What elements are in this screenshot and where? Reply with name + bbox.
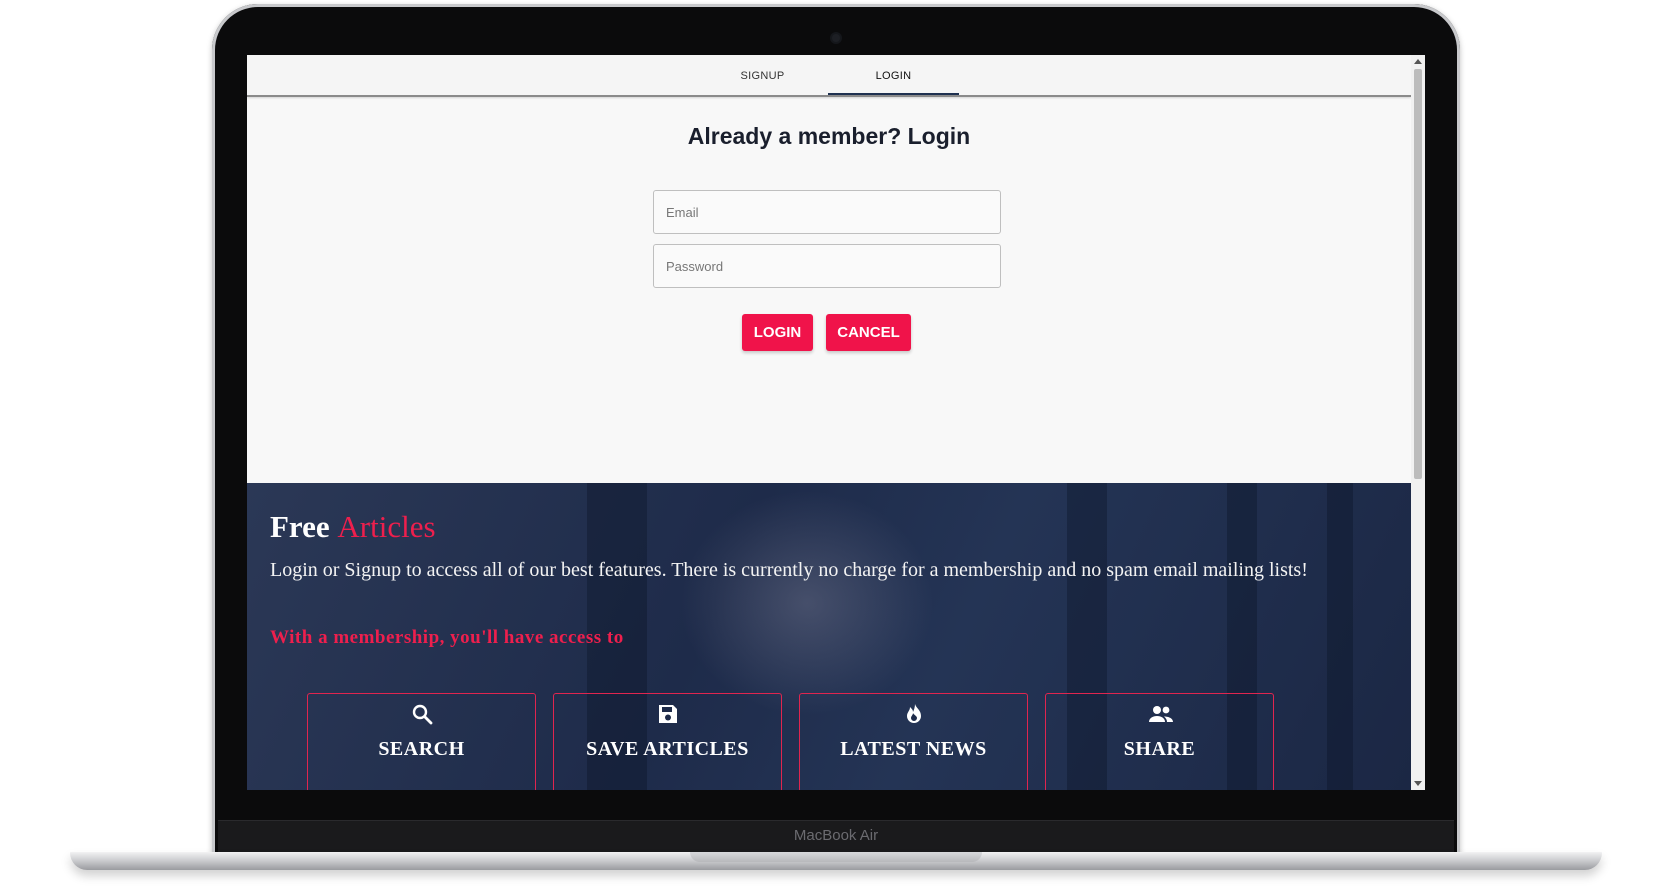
feature-label: SHARE [1123,738,1196,760]
scroll-up-icon[interactable] [1414,59,1422,64]
feature-share[interactable]: SHARE [1045,693,1274,790]
scrollbar[interactable] [1411,55,1425,790]
camera-icon [832,34,840,42]
hero-description: Login or Signup to access all of our bes… [270,559,1308,581]
tab-login[interactable]: LOGIN [828,55,959,95]
hero-subtitle: With a membership, you'll have access to [270,627,624,648]
tab-bar: SIGNUP LOGIN [247,55,1411,97]
hero-title-accent: Articles [337,509,436,544]
scroll-down-icon[interactable] [1414,781,1422,786]
feature-label: SAVE ARTICLES [586,738,749,760]
search-icon [412,704,433,725]
save-icon [659,705,677,723]
password-field[interactable] [653,244,1001,288]
login-button[interactable]: LOGIN [742,314,813,351]
email-field[interactable] [653,190,1001,234]
hero-title-main: Free [270,509,330,544]
scroll-thumb[interactable] [1414,69,1422,479]
cancel-button[interactable]: CANCEL [826,314,911,351]
features-hero: Free Articles Login or Signup to access … [247,483,1411,790]
feature-label: LATEST NEWS [840,738,987,760]
feature-label: SEARCH [378,738,465,760]
feature-latest-news[interactable]: LATEST NEWS [799,693,1028,790]
tab-signup[interactable]: SIGNUP [697,55,828,95]
background-photo-detail [1327,483,1353,790]
feature-search[interactable]: SEARCH [307,693,536,790]
browser-viewport: SIGNUP LOGIN Already a member? Login LOG… [247,55,1425,790]
fire-icon [907,704,921,723]
device-label: MacBook Air [793,827,879,844]
feature-save-articles[interactable]: SAVE ARTICLES [553,693,782,790]
laptop-notch [690,852,982,862]
login-title: Already a member? Login [687,123,971,149]
people-icon [1149,706,1173,722]
hero-title: Free Articles [270,509,436,545]
